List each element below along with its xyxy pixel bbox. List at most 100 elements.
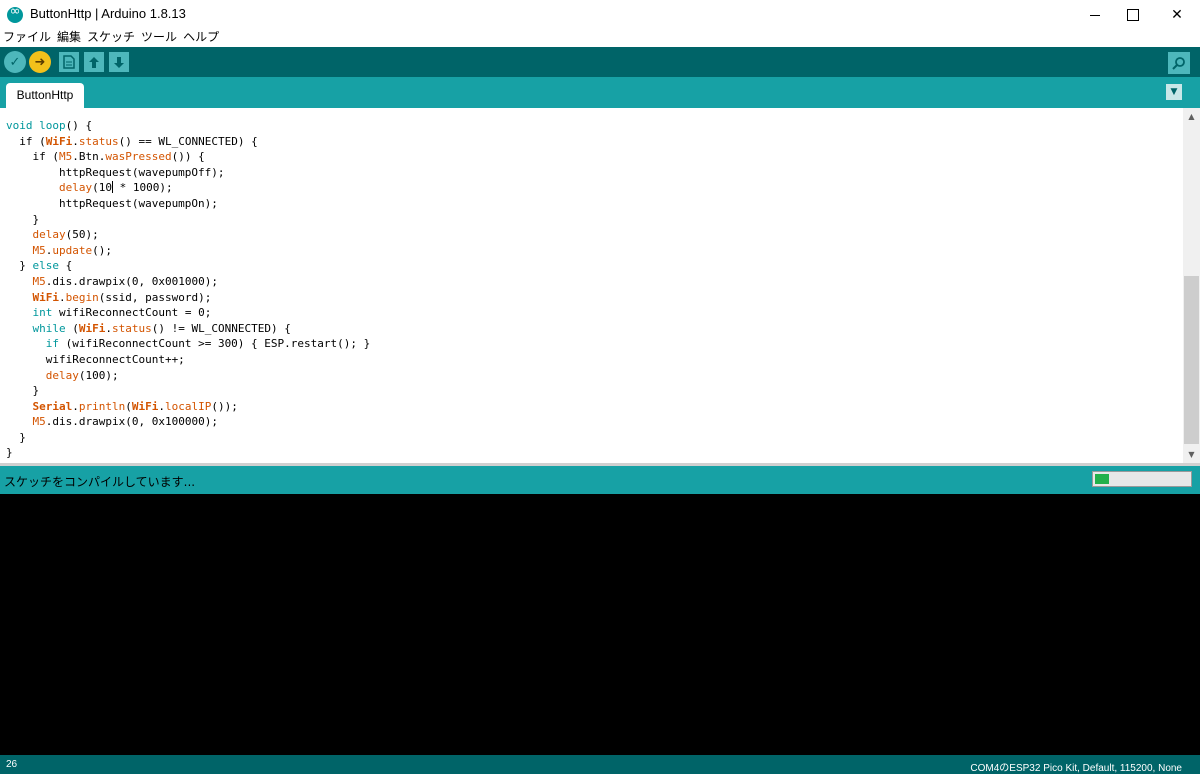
triangle-down-icon: ▼	[1170, 87, 1178, 97]
code-line: Serial.println(WiFi.localIP());	[6, 399, 370, 415]
code-token: M5	[32, 274, 46, 288]
scroll-up-icon[interactable]: ▲	[1183, 108, 1200, 125]
code-token: (	[65, 321, 79, 335]
code-token: () == WL_CONNECTED) {	[118, 134, 258, 148]
code-token: httpRequest(wavepumpOff);	[6, 165, 225, 179]
arrow-up-icon	[89, 56, 99, 68]
tab-menu-button[interactable]: ▼	[1166, 84, 1182, 100]
code-token: (wifiReconnectCount >= 300) { ESP.restar…	[59, 337, 371, 351]
checkmark-icon: ✓	[9, 54, 21, 70]
code-line: }	[6, 212, 370, 228]
code-line: wifiReconnectCount++;	[6, 352, 370, 368]
code-token: .dis.drawpix(0, 0x100000);	[45, 415, 218, 429]
code-token: * 1000);	[112, 181, 173, 195]
code-token: println	[78, 399, 126, 413]
tab-buttonhttp[interactable]: ButtonHttp	[6, 83, 84, 108]
code-token: WiFi	[78, 321, 106, 335]
code-line: }	[6, 445, 370, 461]
code-line: } else {	[6, 258, 370, 274]
code-token: (100);	[78, 368, 119, 382]
code-line: WiFi.begin(ssid, password);	[6, 290, 370, 306]
code-token: .	[158, 399, 165, 413]
menu-tools[interactable]: ツール	[141, 30, 177, 47]
code-token: (10	[92, 181, 112, 195]
maximize-button[interactable]	[1110, 0, 1156, 30]
code-line: httpRequest(wavepumpOn);	[6, 196, 370, 212]
code-token: wifiReconnectCount++;	[6, 352, 185, 366]
menu-sketch[interactable]: スケッチ	[87, 30, 135, 47]
title-bar: ButtonHttp | Arduino 1.8.13	[0, 0, 1200, 30]
code-token: M5	[58, 150, 73, 164]
code-token: ());	[211, 399, 238, 413]
close-button[interactable]	[1154, 0, 1200, 30]
code-line: delay(100);	[6, 368, 370, 384]
verify-button[interactable]: ✓	[4, 51, 26, 73]
code-line: int wifiReconnectCount = 0;	[6, 305, 370, 321]
code-token: (ssid, password);	[98, 290, 212, 304]
code-token: (50);	[65, 228, 99, 242]
code-token: delay	[45, 368, 79, 382]
code-line: M5.update();	[6, 243, 370, 259]
save-button[interactable]	[109, 52, 129, 72]
code-token: .	[105, 321, 112, 335]
menu-file[interactable]: ファイル	[3, 30, 51, 47]
serial-monitor-button[interactable]	[1168, 52, 1190, 74]
code-token: M5	[32, 243, 46, 257]
code-token: int	[32, 306, 53, 320]
code-token: () {	[65, 119, 93, 132]
code-line: delay(50);	[6, 227, 370, 243]
code-token: status	[78, 134, 119, 148]
compile-progress-bar	[1092, 471, 1192, 487]
scroll-thumb[interactable]	[1184, 276, 1199, 444]
code-token: WiFi	[45, 134, 73, 148]
code-token: () != WL_CONNECTED) {	[151, 321, 291, 335]
code-token: wasPressed	[105, 150, 172, 164]
console-output[interactable]	[0, 494, 1200, 755]
editor-scrollbar[interactable]: ▲ ▼	[1183, 108, 1200, 463]
code-token: wifiReconnectCount = 0;	[52, 306, 212, 320]
code-token: if (	[6, 150, 59, 164]
code-token: WiFi	[32, 290, 60, 304]
code-token: else	[32, 259, 60, 273]
tab-bar: ButtonHttp ▼	[0, 77, 1200, 108]
upload-button[interactable]: ➜	[29, 51, 51, 73]
footer-bar: 26 COM4のESP32 Pico Kit, Default, 115200,…	[0, 755, 1200, 774]
code-token: .	[59, 290, 66, 304]
board-info: COM4のESP32 Pico Kit, Default, 115200, No…	[970, 763, 1182, 774]
open-button[interactable]	[84, 52, 104, 72]
code-token: if (	[6, 134, 46, 148]
code-area[interactable]: void loop() { if (WiFi.status() == WL_CO…	[6, 118, 370, 461]
code-token: (	[125, 399, 132, 413]
code-line: }	[6, 430, 370, 446]
arrow-down-icon	[114, 56, 124, 68]
code-token: }	[6, 446, 13, 460]
code-token: ()) {	[171, 150, 205, 164]
status-message: スケッチをコンパイルしています...	[4, 475, 196, 489]
code-token: .	[72, 399, 79, 413]
code-token: WiFi	[131, 399, 159, 413]
code-line: httpRequest(wavepumpOff);	[6, 165, 370, 181]
arrow-right-icon: ➜	[34, 54, 46, 70]
code-line: }	[6, 383, 370, 399]
progress-fill	[1095, 474, 1109, 484]
menu-bar: ファイル 編集 スケッチ ツール ヘルプ	[0, 30, 1200, 47]
code-token: localIP	[164, 399, 212, 413]
code-line: M5.dis.drawpix(0, 0x100000);	[6, 414, 370, 430]
menu-edit[interactable]: 編集	[57, 30, 81, 47]
code-editor[interactable]: void loop() { if (WiFi.status() == WL_CO…	[0, 108, 1200, 463]
scroll-down-icon[interactable]: ▼	[1183, 446, 1200, 463]
new-sketch-button[interactable]	[59, 52, 79, 72]
code-token: {	[59, 259, 73, 273]
code-token: delay	[32, 228, 66, 242]
window-title: ButtonHttp | Arduino 1.8.13	[30, 6, 186, 21]
menu-help[interactable]: ヘルプ	[183, 30, 219, 47]
code-line: if (wifiReconnectCount >= 300) { ESP.res…	[6, 336, 371, 352]
